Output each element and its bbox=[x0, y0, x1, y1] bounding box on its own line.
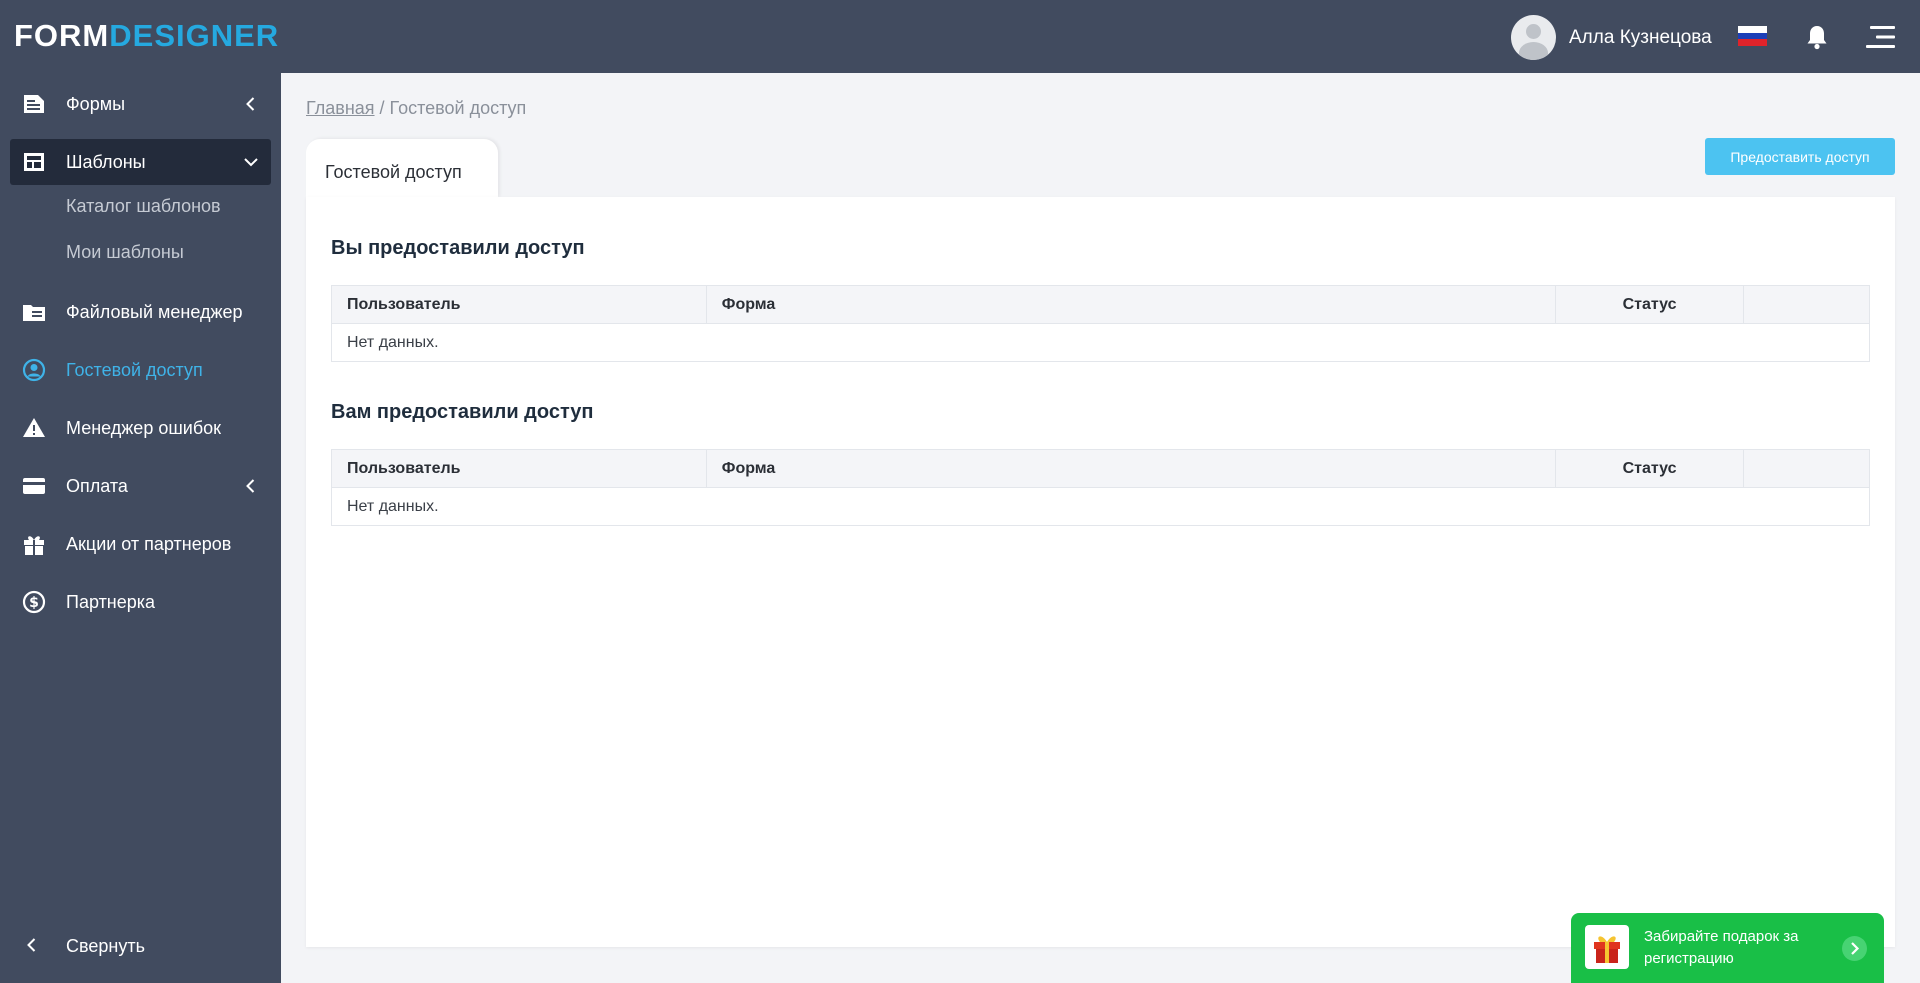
user-menu[interactable]: Алла Кузнецова bbox=[1511, 15, 1712, 60]
folder-icon bbox=[23, 305, 45, 321]
tab-guest-access[interactable]: Гостевой доступ bbox=[306, 139, 498, 198]
sidebar-item-label: Шаблоны bbox=[66, 152, 146, 172]
chevron-left-icon bbox=[246, 97, 255, 111]
column-header-form[interactable]: Форма bbox=[705, 449, 1557, 488]
menu-icon[interactable] bbox=[1866, 26, 1895, 48]
avatar[interactable] bbox=[1511, 15, 1556, 60]
sidebar-item-affiliate[interactable]: $ Партнерка bbox=[10, 579, 271, 625]
column-header-status[interactable]: Статус bbox=[1555, 285, 1745, 324]
svg-text:$: $ bbox=[29, 595, 39, 611]
sidebar-collapse-label: Свернуть bbox=[66, 936, 145, 956]
table-granted-by-you: Пользователь Форма Статус Нет данных. bbox=[331, 285, 1870, 362]
grant-access-button[interactable]: Предоставить доступ bbox=[1705, 138, 1895, 175]
registration-gift-promo[interactable]: Забирайте подарок за регистрацию bbox=[1571, 913, 1884, 983]
sidebar-item-label: Оплата bbox=[66, 476, 128, 496]
chevron-right-icon[interactable] bbox=[1842, 936, 1867, 961]
top-bar: FORMDESIGNER Алла Кузнецова bbox=[0, 0, 1920, 73]
gift-icon bbox=[1585, 925, 1629, 969]
sidebar-item-payment[interactable]: Оплата bbox=[10, 463, 271, 509]
sidebar-item-partner-offers[interactable]: Акции от партнеров bbox=[10, 521, 271, 567]
card-icon bbox=[23, 478, 45, 494]
promo-text: Забирайте подарок за регистрацию bbox=[1644, 928, 1799, 967]
chevron-left-icon bbox=[246, 479, 255, 493]
sidebar-item-forms[interactable]: Формы bbox=[10, 81, 271, 127]
language-flag-icon[interactable] bbox=[1738, 26, 1767, 46]
logo-text-form: FORM bbox=[14, 18, 110, 53]
document-icon bbox=[24, 95, 44, 113]
app-logo[interactable]: FORMDESIGNER bbox=[14, 20, 279, 51]
sidebar-item-label: Формы bbox=[66, 94, 126, 114]
sidebar-subitem-my-templates[interactable]: Мои шаблоны bbox=[66, 237, 184, 267]
sidebar-item-label: Файловый менеджер bbox=[66, 302, 243, 322]
chevron-left-icon bbox=[27, 938, 36, 952]
sidebar-item-label: Менеджер ошибок bbox=[66, 418, 222, 438]
warning-icon bbox=[23, 418, 45, 437]
sidebar-item-guest-access[interactable]: Гостевой доступ bbox=[10, 347, 271, 393]
sidebar-subitem-template-catalog[interactable]: Каталог шаблонов bbox=[66, 191, 221, 221]
column-header-form[interactable]: Форма bbox=[705, 285, 1557, 324]
sidebar-collapse-button[interactable]: Свернуть bbox=[10, 923, 271, 969]
tab-label: Гостевой доступ bbox=[325, 162, 462, 182]
sidebar-item-label: Партнерка bbox=[66, 592, 156, 612]
sidebar-item-file-manager[interactable]: Файловый менеджер bbox=[10, 289, 271, 335]
gift-icon bbox=[24, 536, 44, 555]
section-title-granted-by-you: Вы предоставили доступ bbox=[331, 237, 585, 259]
section-title-granted-to-you: Вам предоставили доступ bbox=[331, 401, 594, 423]
table-row: Нет данных. bbox=[331, 487, 1870, 526]
column-header-user[interactable]: Пользователь bbox=[331, 285, 707, 324]
breadcrumb-separator: / bbox=[374, 98, 390, 118]
breadcrumb-current: Гостевой доступ bbox=[389, 98, 527, 118]
table-header-row: Пользователь Форма Статус bbox=[331, 285, 1870, 324]
logo-text-designer: DESIGNER bbox=[109, 18, 280, 53]
sidebar: Формы Шаблоны Каталог шаблонов Мои шабло… bbox=[0, 73, 281, 983]
notifications-bell-icon[interactable] bbox=[1805, 24, 1829, 50]
sidebar-item-error-manager[interactable]: Менеджер ошибок bbox=[10, 405, 271, 451]
table-granted-to-you: Пользователь Форма Статус Нет данных. bbox=[331, 449, 1870, 526]
user-circle-icon bbox=[22, 358, 46, 382]
layout-icon bbox=[24, 153, 44, 171]
chevron-down-icon bbox=[244, 158, 258, 167]
sidebar-item-templates[interactable]: Шаблоны bbox=[10, 139, 271, 185]
column-header-user[interactable]: Пользователь bbox=[331, 449, 707, 488]
breadcrumb-home-link[interactable]: Главная bbox=[306, 98, 375, 118]
table-header-row: Пользователь Форма Статус bbox=[331, 449, 1870, 488]
table-row: Нет данных. bbox=[331, 323, 1870, 362]
sidebar-item-label: Акции от партнеров bbox=[66, 534, 232, 554]
column-header-actions bbox=[1743, 449, 1870, 488]
breadcrumb: Главная / Гостевой доступ bbox=[306, 98, 526, 119]
column-header-status[interactable]: Статус bbox=[1555, 449, 1745, 488]
column-header-actions bbox=[1743, 285, 1870, 324]
sidebar-item-label: Гостевой доступ bbox=[66, 360, 203, 380]
empty-message: Нет данных. bbox=[331, 323, 1870, 362]
empty-message: Нет данных. bbox=[331, 487, 1870, 526]
user-name[interactable]: Алла Кузнецова bbox=[1569, 27, 1712, 49]
dollar-icon: $ bbox=[22, 590, 46, 614]
content-panel: Вы предоставили доступ Пользователь Форм… bbox=[306, 197, 1895, 947]
